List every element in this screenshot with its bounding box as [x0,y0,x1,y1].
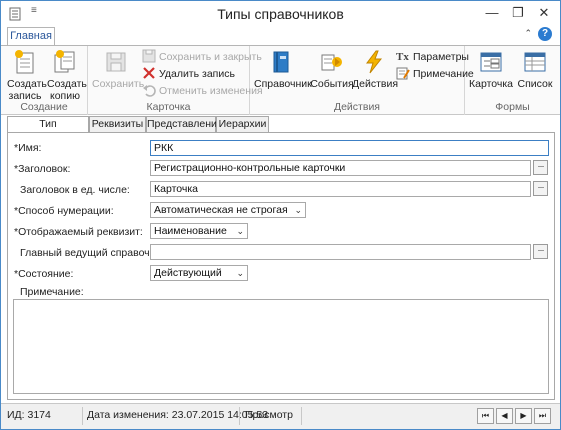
note-textarea[interactable] [13,299,549,394]
chevron-down-icon: ⌄ [294,205,302,215]
reference-button[interactable]: Справочник [254,49,312,90]
actions-button[interactable]: Действия [352,49,399,90]
ribbon-group-card: Сохранить Сохранить и закрыть Удалить за… [88,46,263,115]
events-button[interactable]: События [310,49,354,90]
ribbon-group-create-label: Создание [20,101,68,113]
heading-field[interactable]: Регистрационно-контрольные карточки [150,160,531,176]
delete-record-label: Удалить запись [159,68,235,80]
ribbon-tab-home[interactable]: Главная [7,27,55,46]
collapse-ribbon-icon[interactable]: ⌃ [524,28,532,39]
title-bar: ≡ Типы справочников — ❐ ✕ [1,1,560,27]
ribbon-group-card-label: Карточка [146,101,191,113]
new-record-icon [15,50,34,74]
parameters-button[interactable]: Tx Параметры [396,49,469,65]
save-and-close-button[interactable]: Сохранить и закрыть [142,49,262,65]
restore-button[interactable]: ❐ [506,3,530,23]
lightning-icon [366,50,383,74]
reference-label: Справочник [254,78,312,90]
status-separator [239,407,240,425]
heading-singular-ellipsis-button[interactable]: ··· [533,181,548,196]
status-separator [301,407,302,425]
name-field[interactable]: РКК [150,140,549,156]
book-icon [273,51,289,73]
actions-label: Действия [352,78,399,90]
status-bar: ИД: 3174 Дата изменения: 23.07.2015 14:0… [1,403,560,429]
parameters-icon: Tx [396,51,409,63]
numbering-value: Автоматическая не строгая [154,204,288,216]
main-window: ≡ Типы справочников — ❐ ✕ Главная ⌃ ? Со… [0,0,561,430]
status-separator [82,407,83,425]
save-close-icon [142,49,156,63]
chevron-down-icon: ⌄ [236,226,244,236]
close-button[interactable]: ✕ [532,3,556,23]
card-form-button[interactable]: Карточка [469,49,513,90]
display-attribute-select[interactable]: Наименование ⌄ [150,223,248,239]
ribbon-group-forms-label: Формы [495,101,530,113]
note-field-label: Примечание: [20,286,84,298]
tab-requisites[interactable]: Реквизиты [89,116,146,133]
last-record-button[interactable]: ⏭ [534,408,551,424]
events-label: События [310,78,354,90]
cancel-changes-button[interactable]: Отменить изменения [142,83,263,99]
ribbon-group-actions-label: Действия [333,101,380,113]
minimize-button[interactable]: — [480,3,504,23]
master-reference-label: Главный ведущий справочник: [20,247,169,259]
create-copy-button[interactable]: Создать копию [47,49,87,102]
heading-label: *Заголовок: [14,163,71,175]
display-attribute-value: Наименование [154,225,227,237]
ribbon-group-actions: Справочник События Действия Tx Параметры… [250,46,474,115]
list-form-label: Список [517,78,553,90]
ribbon-tab-row: Главная ⌃ ? [1,27,560,46]
name-label: *Имя: [14,142,42,154]
note-icon [396,67,410,80]
first-record-button[interactable]: ⏮ [477,408,494,424]
ribbon-group-create: Создать запись Создать копию Создание [1,46,88,115]
state-label: *Состояние: [14,268,74,280]
tab-hierarchies[interactable]: Иерархии [216,116,269,133]
help-icon[interactable]: ? [538,27,552,41]
heading-singular-label: Заголовок в ед. числе: [20,184,130,196]
save-icon [106,52,126,72]
master-reference-ellipsis-button[interactable]: ··· [533,244,548,259]
heading-singular-field[interactable]: Карточка [150,181,531,197]
ribbon-group-forms: Карточка Список Формы [465,46,560,115]
card-form-label: Карточка [469,78,513,90]
save-label: Сохранить [92,78,145,90]
ribbon: Создать запись Создать копию Создание Со… [1,45,560,115]
save-and-close-label: Сохранить и закрыть [159,51,262,63]
list-form-icon [524,52,546,72]
card-form-icon [480,52,502,72]
save-button[interactable]: Сохранить [92,49,144,90]
numbering-label: *Способ нумерации: [14,205,114,217]
master-reference-field[interactable] [150,244,531,260]
form-panel: *Имя: РКК *Заголовок: Регистрационно-кон… [7,132,555,400]
create-record-button[interactable]: Создать запись [7,49,47,102]
display-attribute-label: *Отображаемый реквизит: [14,226,143,238]
delete-record-button[interactable]: Удалить запись [142,66,235,82]
note-button[interactable]: Примечание [396,66,474,82]
chevron-down-icon: ⌄ [236,268,244,278]
status-mode: Просмотр [245,409,293,421]
delete-icon [143,67,155,79]
undo-icon [143,85,156,97]
parameters-label: Параметры [413,51,469,63]
cancel-changes-label: Отменить изменения [159,85,263,97]
heading-ellipsis-button[interactable]: ··· [533,160,548,175]
state-select[interactable]: Действующий ⌄ [150,265,248,281]
next-record-button[interactable]: ▶ [515,408,532,424]
svg-text:Tx: Tx [396,51,409,63]
tab-views[interactable]: Представления [146,116,223,133]
window-title: Типы справочников [217,6,344,22]
events-icon [321,54,342,71]
create-record-label-1: Создать [7,78,47,90]
create-copy-label-1: Создать [47,78,87,90]
copy-record-icon [54,50,75,73]
previous-record-button[interactable]: ◀ [496,408,513,424]
state-value: Действующий [154,267,222,279]
status-modified-date: Дата изменения: 23.07.2015 14:05:53 [87,409,269,421]
numbering-select[interactable]: Автоматическая не строгая ⌄ [150,202,306,218]
status-record-id: ИД: 3174 [7,409,51,421]
list-form-button[interactable]: Список [515,49,555,90]
